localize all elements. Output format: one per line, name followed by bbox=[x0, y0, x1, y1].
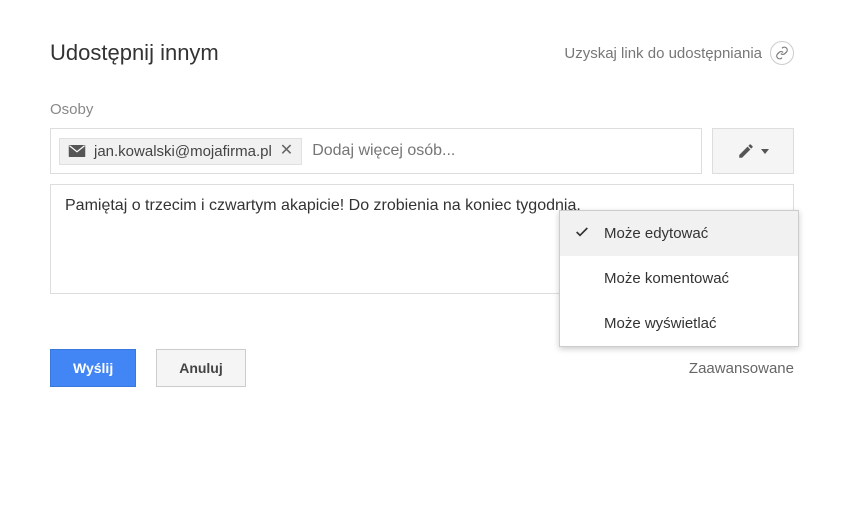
caret-down-icon bbox=[761, 149, 769, 154]
link-icon bbox=[770, 41, 794, 65]
pencil-icon bbox=[737, 142, 755, 160]
people-label: Osoby bbox=[50, 101, 794, 118]
get-share-link[interactable]: Uzyskaj link do udostępniania bbox=[564, 41, 794, 65]
dropdown-item-comment[interactable]: Może komentować bbox=[560, 256, 798, 301]
mail-icon bbox=[68, 144, 86, 158]
advanced-link[interactable]: Zaawansowane bbox=[689, 360, 794, 377]
permission-dropdown-button[interactable] bbox=[712, 128, 794, 174]
dropdown-item-label: Może wyświetlać bbox=[604, 315, 717, 332]
chip-email-text: jan.kowalski@mojafirma.pl bbox=[94, 143, 272, 160]
people-input-container[interactable]: jan.kowalski@mojafirma.pl ✕ bbox=[50, 128, 702, 174]
permission-dropdown-menu: Może edytować Może komentować Może wyświ… bbox=[559, 210, 799, 347]
dropdown-item-view[interactable]: Może wyświetlać bbox=[560, 301, 798, 346]
add-people-input[interactable] bbox=[312, 142, 693, 160]
email-chip: jan.kowalski@mojafirma.pl ✕ bbox=[59, 138, 302, 165]
chip-remove-icon[interactable]: ✕ bbox=[280, 143, 293, 159]
send-button[interactable]: Wyślij bbox=[50, 349, 136, 387]
share-link-label: Uzyskaj link do udostępniania bbox=[564, 45, 762, 62]
message-text: Pamiętaj o trzecim i czwartym akapicie! … bbox=[65, 197, 581, 214]
cancel-button[interactable]: Anuluj bbox=[156, 349, 246, 387]
dropdown-item-label: Może edytować bbox=[604, 225, 708, 242]
check-icon bbox=[574, 224, 590, 244]
dialog-title: Udostępnij innym bbox=[50, 40, 219, 66]
dropdown-item-edit[interactable]: Może edytować bbox=[560, 211, 798, 256]
dropdown-item-label: Może komentować bbox=[604, 270, 729, 287]
